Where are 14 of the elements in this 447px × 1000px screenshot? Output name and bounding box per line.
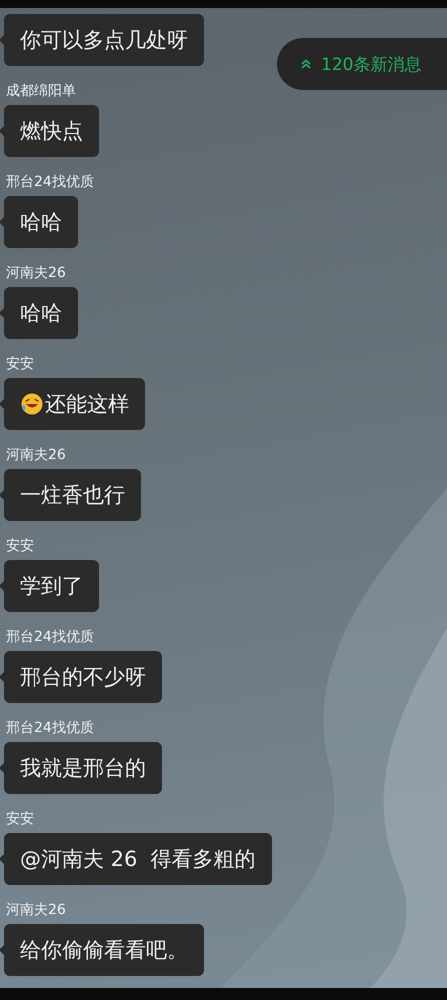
sender-name: 河南夫26	[6, 446, 66, 465]
sender-name: 安安	[6, 537, 34, 556]
new-messages-button[interactable]: 120条新消息	[277, 38, 447, 90]
sender-name: 安安	[6, 810, 34, 829]
double-chevron-up-icon	[301, 59, 311, 69]
sender-name: 邢台24找优质	[6, 628, 94, 647]
sender-name: 河南夫26	[6, 264, 66, 283]
sender-name: 安安	[6, 355, 34, 374]
message-text: 还能这样	[45, 391, 129, 418]
sender-name: 邢台24找优质	[6, 173, 94, 192]
sender-name: 成都绵阳单	[6, 82, 76, 101]
laughing-emoji-icon	[20, 392, 44, 416]
sender-name: 邢台24找优质	[6, 719, 94, 738]
sender-name: 河南夫26	[6, 901, 66, 920]
